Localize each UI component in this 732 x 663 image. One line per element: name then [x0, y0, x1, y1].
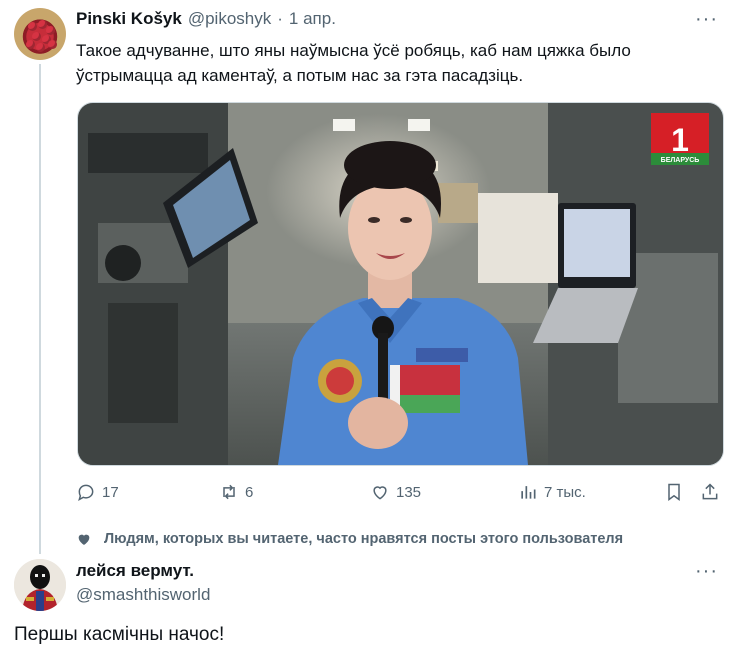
reply-more-options-icon[interactable]: ···: [695, 560, 718, 583]
header-separator: ·: [277, 9, 283, 28]
share-icon: [702, 483, 718, 500]
reply-author-avatar[interactable]: [14, 559, 66, 611]
repost-icon: [223, 484, 235, 500]
reply-text: Першы касмічны начос!: [14, 624, 225, 645]
reply-author-name[interactable]: лейся вермут.: [76, 561, 194, 581]
more-options-icon[interactable]: ···: [695, 8, 718, 31]
video-frame: 1 БЕЛАРУСЬ: [78, 103, 723, 465]
tweet-text: Такое адчуванне, што яны наўмысна ўсё ро…: [76, 41, 631, 85]
like-button[interactable]: 135: [370, 482, 421, 502]
views-count: 7 тыс.: [544, 483, 586, 501]
reply-count: 17: [102, 483, 119, 501]
share-button[interactable]: [700, 482, 726, 502]
channel-logo-text: БЕЛАРУСЬ: [661, 157, 700, 164]
reply-icon: [78, 484, 94, 502]
views-icon: [521, 486, 536, 499]
tweet-date[interactable]: 1 апр.: [289, 9, 336, 29]
social-context: Людям, которых вы читаете, часто нравятс…: [76, 531, 623, 547]
tweet-header: Pinski Košyk @pikoshyk · 1 апр.: [76, 9, 336, 29]
repost-button[interactable]: 6: [219, 482, 253, 502]
repost-count: 6: [245, 483, 254, 501]
like-icon: [373, 486, 387, 500]
author-name[interactable]: Pinski Košyk: [76, 9, 182, 29]
heart-icon: [78, 534, 90, 545]
tweet-actions: 17 6 135 7 тыс.: [76, 482, 726, 510]
channel-logo-number: 1: [671, 122, 689, 158]
author-avatar[interactable]: [14, 8, 66, 60]
reply-author-handle[interactable]: @smashthisworld: [76, 585, 210, 605]
views-button[interactable]: 7 тыс.: [518, 482, 586, 502]
avatar-image: [14, 559, 66, 611]
like-count: 135: [396, 483, 422, 501]
reply-button[interactable]: 17: [76, 482, 119, 502]
bookmark-button[interactable]: [664, 482, 690, 502]
tweet-video[interactable]: 1 БЕЛАРУСЬ: [77, 102, 724, 466]
bookmark-icon: [668, 483, 680, 501]
author-handle[interactable]: @pikoshyk: [188, 9, 271, 29]
social-context-text: Людям, которых вы читаете, часто нравятс…: [104, 531, 624, 547]
thread-line: [39, 64, 41, 554]
